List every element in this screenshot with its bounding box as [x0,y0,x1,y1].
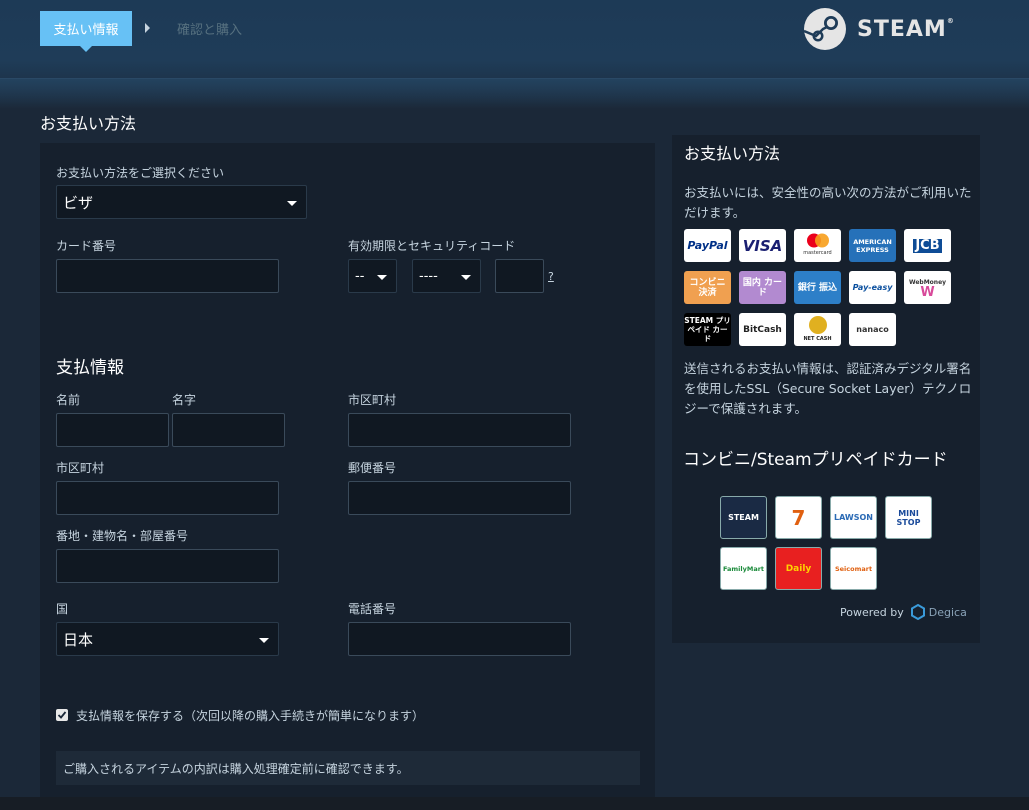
expiry-month-value: -- [355,268,365,284]
checkmark-icon [57,711,67,719]
address-input[interactable] [56,549,279,583]
steam-logo[interactable]: STEAM® [803,7,955,51]
steam-prepaid-logo: STEAM プリペイド カード [684,313,731,346]
steam-card-store: STEAM [720,496,767,539]
billing-info-title: 支払情報 [56,358,124,378]
country-value: 日本 [63,630,94,649]
amex-logo: AMERICAN EXPRESS [849,229,896,262]
seicomart-store: Seicomart [830,547,877,590]
postal-code-label: 郵便番号 [348,461,397,475]
security-code-input[interactable] [495,259,544,293]
city2-label: 市区町村 [56,461,105,475]
visa-logo: VISA [739,229,786,262]
first-name-input[interactable] [56,413,169,447]
ministop-store: MINI STOP [885,496,932,539]
sidebar-title: お支払い方法 [684,144,781,163]
konbini-logo: コンビニ 決済 [684,271,731,304]
phone-label: 電話番号 [348,602,397,616]
familymart-store: FamilyMart [720,547,767,590]
payment-method-select[interactable]: ビザ [56,185,307,219]
security-notice: 送信されるお支払い情報は、認証済みデジタル署名を使用したSSL（Secure S… [684,361,972,416]
country-select[interactable]: 日本 [56,622,279,656]
steam-icon [803,8,846,50]
first-name-label: 名前 [56,393,81,407]
country-label: 国 [56,602,69,616]
payment-method-value: ビザ [63,193,94,212]
degica-logo: Degica [910,604,967,620]
lawson-store: LAWSON [830,496,877,539]
city-input[interactable] [348,413,571,447]
step-review-purchase: 確認と購入 [177,23,243,38]
card-number-input[interactable] [56,259,279,293]
save-payment-checkbox[interactable] [56,709,68,721]
payment-method-label: お支払い方法をご選択ください [56,166,225,180]
postal-code-input[interactable] [348,481,571,515]
header-divider [0,78,1029,108]
order-notice: ご購入されるアイテムの内訳は購入処理確定前に確認できます。 [56,751,640,785]
domestic-card-logo: 国内 カード [739,271,786,304]
jcb-logo: JCB [904,229,951,262]
save-payment-label[interactable]: 支払情報を保存する（次回以降の購入手続きが簡単になります） [76,707,424,724]
bank-transfer-logo: 銀行 振込 [794,271,841,304]
chevron-right-icon [145,23,150,33]
expiry-year-select[interactable]: ---- [412,259,481,293]
webmoney-logo: WebMoney W [904,271,951,304]
expiry-month-select[interactable]: -- [348,259,397,293]
bitcash-logo: BitCash [739,313,786,346]
konbini-title: コンビニ/Steamプリペイドカード [683,450,948,470]
expiry-year-value: ---- [419,268,438,284]
degica-icon [910,604,925,620]
nanaco-logo: nanaco [849,313,896,346]
bottom-bar [0,797,1029,810]
payeasy-logo: Pay-easy [849,271,896,304]
city-label: 市区町村 [348,393,397,407]
daily-yamazaki-store: Daily [775,547,822,590]
expiry-label: 有効期限とセキュリティコード [348,239,516,253]
step-payment-info[interactable]: 支払い情報 [40,11,132,52]
page-title: お支払い方法 [40,114,137,133]
chevron-down-icon [461,275,471,280]
netcash-logo: NET CASH [794,313,841,346]
address-label: 番地・建物名・部屋番号 [56,529,189,543]
chevron-down-icon [259,638,269,643]
mastercard-circles-icon [806,233,829,248]
chevron-down-icon [287,201,297,206]
last-name-label: 名字 [172,393,197,407]
chevron-down-icon [377,275,387,280]
sidebar-intro: お支払いには、安全性の高い次の方法がご利用いただけます。 [684,185,972,220]
powered-by: Powered by Degica [840,604,967,620]
last-name-input[interactable] [172,413,285,447]
card-number-label: カード番号 [56,239,117,253]
mastercard-logo: mastercard [794,229,841,262]
seven-eleven-store: 7 [775,496,822,539]
security-code-help-link[interactable]: ? [548,270,554,283]
paypal-logo: PayPal [684,229,731,262]
city2-input[interactable] [56,481,279,515]
steam-wordmark: STEAM® [857,16,955,42]
phone-input[interactable] [348,622,571,656]
